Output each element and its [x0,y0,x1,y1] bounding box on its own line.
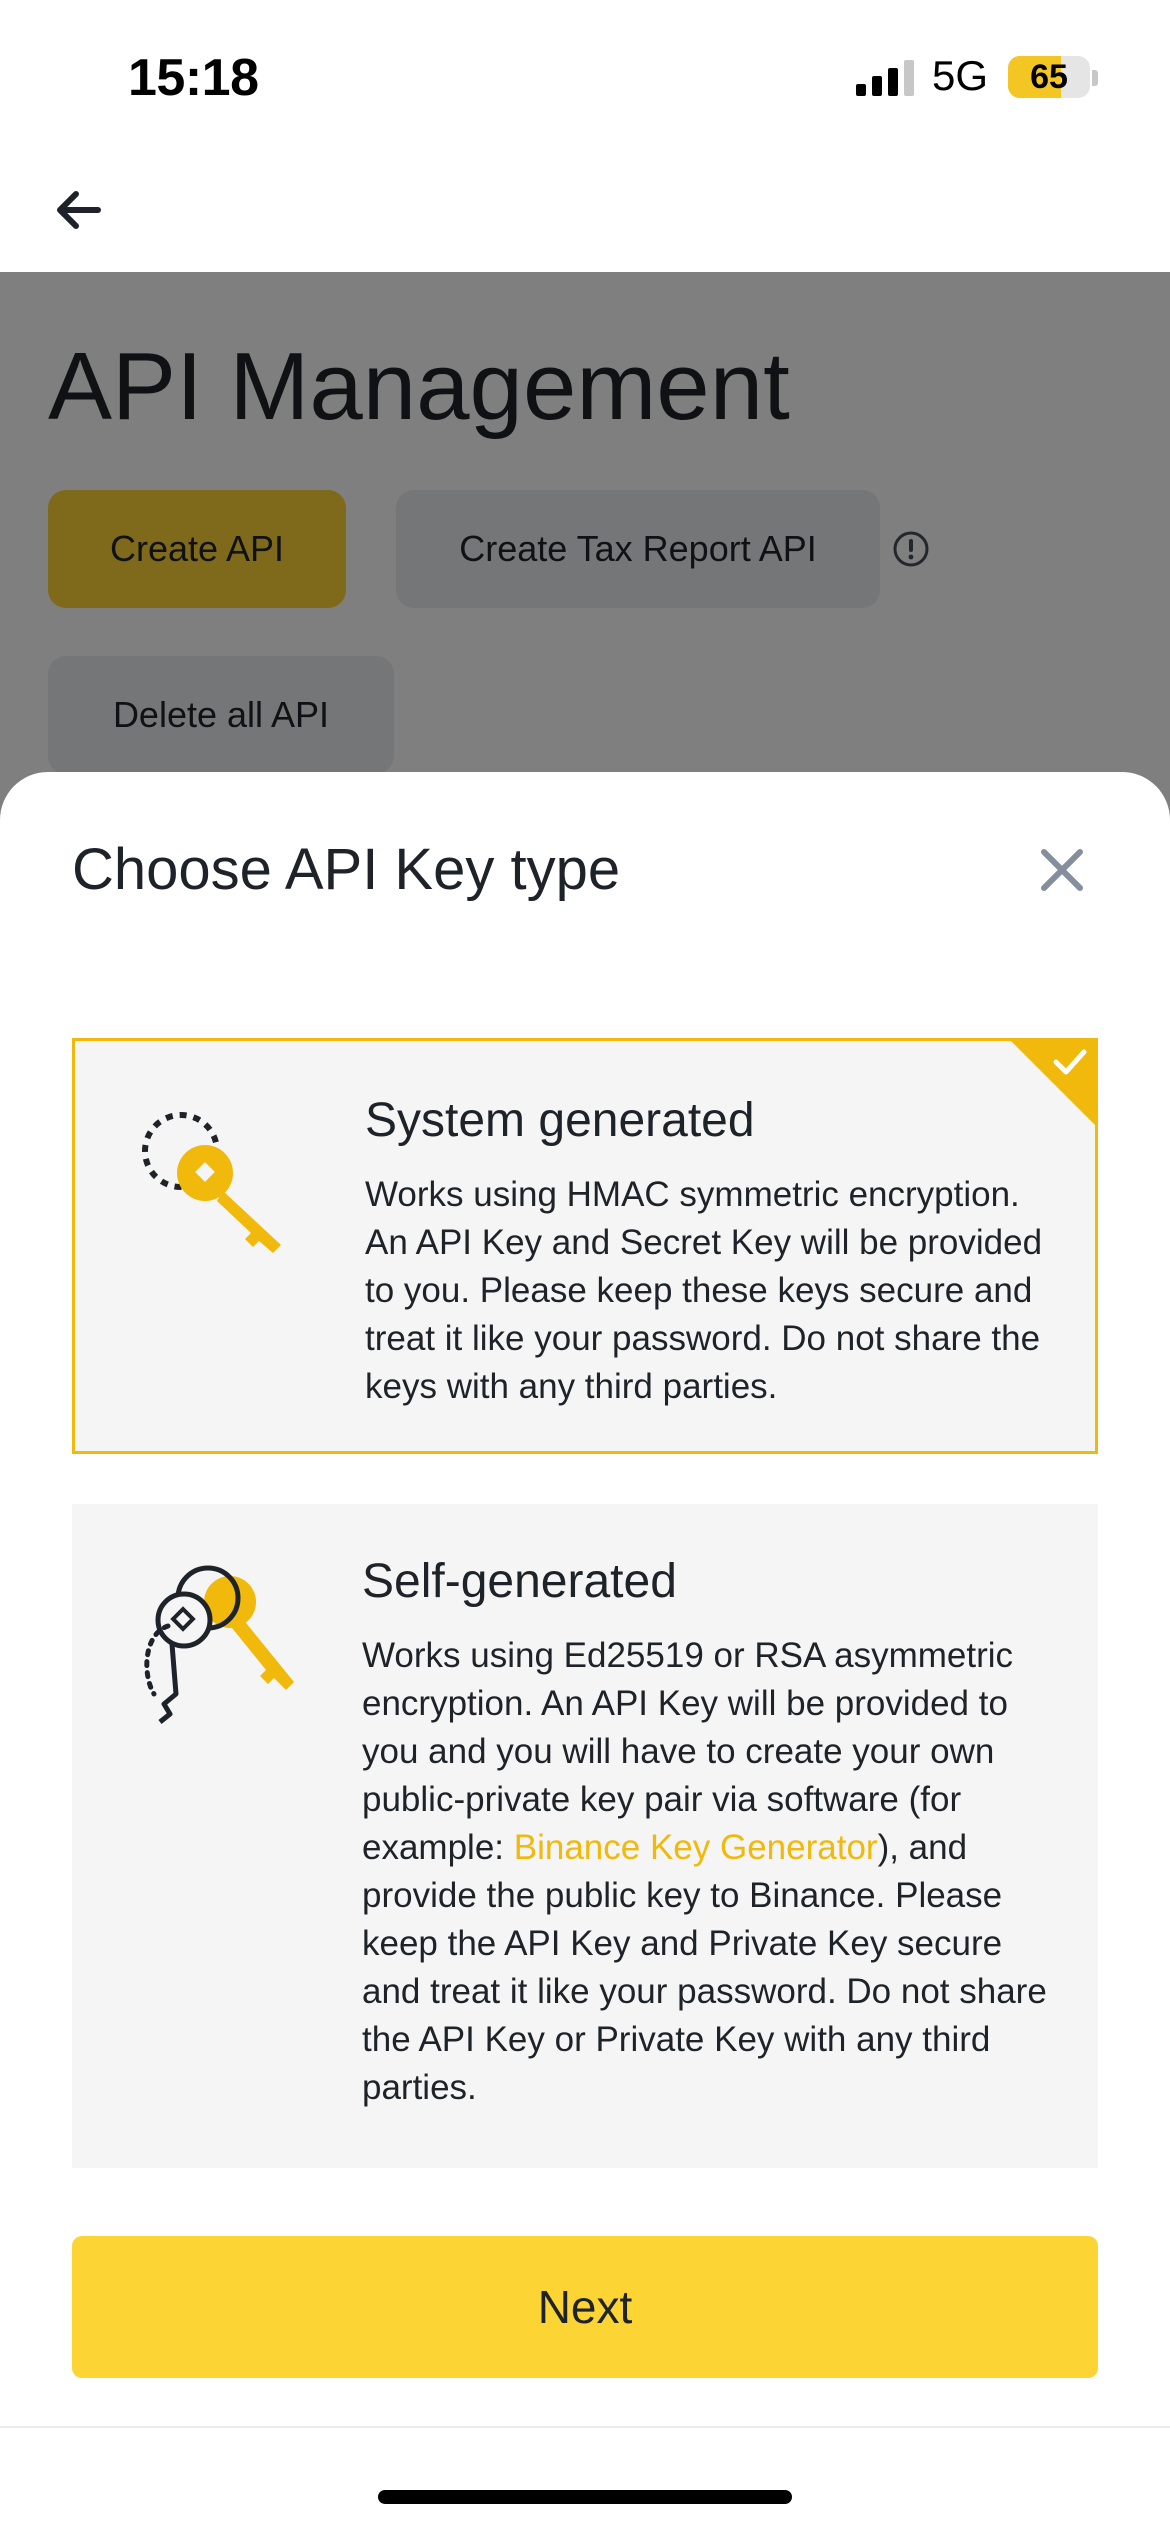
home-indicator [378,2490,792,2504]
battery-percentage: 65 [1030,58,1068,96]
battery-icon: 65 [1008,56,1090,98]
nav-header [0,150,1170,272]
option-self-generated[interactable]: Self-generated Works using Ed25519 or RS… [72,1504,1098,2168]
selected-check-icon [1008,1038,1098,1128]
option-system-generated[interactable]: System generated Works using HMAC symmet… [72,1038,1098,1454]
key-pair-icon [144,1565,294,1724]
binance-key-generator-link[interactable]: Binance Key Generator [514,1828,878,1867]
status-time: 15:18 [128,49,259,107]
battery-nub [1092,70,1098,86]
status-bar: 15:18 5G 65 [0,0,1170,150]
option-title: Self-generated [362,1555,677,1608]
option-title: System generated [365,1094,755,1147]
option-description: Works using Ed25519 or RSA asymmetric en… [362,1632,1062,2112]
sheet-title: Choose API Key type [72,837,621,902]
description-text: ), and provide the public key to Binance… [362,1828,1047,2107]
api-key-type-sheet: Choose API Key type System generated Wor… [0,772,1170,2532]
arrow-left-icon[interactable] [48,178,112,242]
divider [0,2426,1170,2428]
key-icon [142,1112,281,1253]
option-description: Works using HMAC symmetric encryption. A… [365,1175,1043,1406]
close-x-icon[interactable] [1030,838,1094,902]
network-type: 5G [932,52,989,99]
modal-backdrop[interactable] [0,272,1170,832]
next-button[interactable]: Next [72,2236,1098,2378]
cellular-signal-icon [856,60,914,96]
